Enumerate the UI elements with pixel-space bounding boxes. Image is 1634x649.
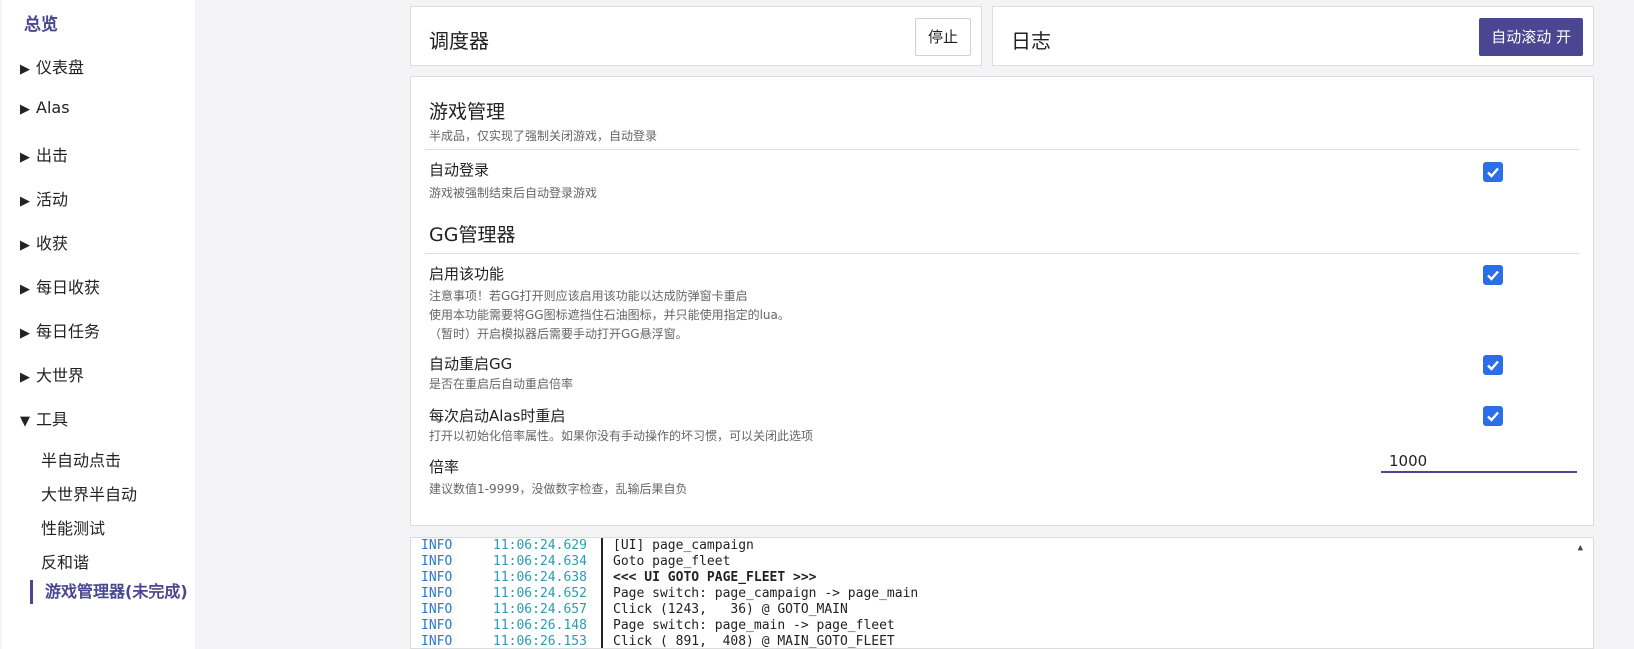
expand-arrow-icon: ▶ (20, 194, 30, 209)
checkmark-icon (1487, 270, 1499, 281)
sidebar-subitem-game-manager-active[interactable]: 游戏管理器(未完成) (30, 580, 195, 604)
gg-enable-help-line-3: （暂时）开启模拟器后需要手动打开GG悬浮窗。 (429, 327, 688, 341)
scroll-up-arrow-icon[interactable]: ▲ (1578, 543, 1583, 553)
sidebar-item-tools[interactable]: ▼ 工具 (20, 406, 68, 430)
gg-auto-restart-checkbox[interactable] (1483, 355, 1503, 375)
stop-button[interactable]: 停止 (914, 18, 971, 56)
sidebar-item-label: 大世界 (36, 366, 85, 385)
sidebar-item-label: 收获 (36, 234, 69, 253)
auto-login-checkbox[interactable] (1483, 162, 1503, 182)
expand-arrow-icon: ▶ (20, 370, 30, 385)
sidebar-item-sortie[interactable]: ▶ 出击 (20, 142, 68, 166)
expand-arrow-icon: ▶ (20, 62, 30, 77)
log-separator (601, 538, 603, 648)
sidebar-item-dashboard[interactable]: ▶ 仪表盘 (20, 54, 84, 78)
sidebar-subitem-anti-harmony[interactable]: 反和谐 (41, 549, 89, 573)
settings-card: 游戏管理 半成品，仅实现了强制关闭游戏，自动登录 自动登录 游戏被强制结束后自动… (410, 76, 1594, 526)
sidebar-item-label: 工具 (36, 410, 69, 429)
scheduler-title: 调度器 (429, 29, 489, 53)
rate-label: 倍率 (429, 458, 460, 476)
game-management-title: 游戏管理 (429, 101, 506, 123)
sidebar-header-overview[interactable]: 总览 (24, 10, 58, 35)
sidebar-subitem-benchmark[interactable]: 性能测试 (41, 515, 105, 539)
expand-arrow-icon: ▶ (20, 238, 30, 253)
sidebar-item-label: 每日收获 (36, 278, 101, 297)
checkmark-icon (1487, 167, 1499, 178)
sidebar-subitem-opsi-semi-auto[interactable]: 大世界半自动 (41, 481, 137, 505)
gg-manager-title: GG管理器 (429, 224, 516, 246)
game-management-desc: 半成品，仅实现了强制关闭游戏，自动登录 (429, 129, 658, 143)
gg-enable-help-line-1: 注意事项！若GG打开则应该启用该功能以达成防弹窗卡重启 (429, 289, 748, 303)
sidebar-item-label: 出击 (36, 146, 69, 165)
auto-login-help: 游戏被强制结束后自动登录游戏 (429, 186, 598, 200)
sidebar-item-daily-harvest[interactable]: ▶ 每日收获 (20, 274, 100, 298)
sidebar-item-label: 活动 (36, 190, 69, 209)
sidebar: 总览 ▶ 仪表盘 ▶ Alas ▶ 出击 ▶ 活动 ▶ 收获 ▶ 每日收获 ▶ 每日任务 ▶ 大… (2, 0, 195, 649)
gg-auto-restart-help: 是否在重启后自动重启倍率 (429, 377, 574, 391)
gg-enable-checkbox[interactable] (1483, 265, 1503, 285)
restart-on-alas-checkbox[interactable] (1483, 406, 1503, 426)
restart-on-alas-help: 打开以初始化倍率属性。如果你没有手动操作的坏习惯，可以关闭此选项 (429, 429, 814, 443)
sidebar-subitem-semi-auto-click[interactable]: 半自动点击 (41, 447, 121, 471)
autoscroll-toggle-button[interactable]: 自动滚动 开 (1479, 18, 1583, 56)
sidebar-item-harvest[interactable]: ▶ 收获 (20, 230, 68, 254)
scheduler-card: 调度器 停止 (410, 6, 982, 66)
rate-input[interactable] (1381, 451, 1577, 473)
collapse-arrow-icon: ▼ (20, 414, 30, 429)
section-divider (425, 253, 1579, 254)
checkmark-icon (1487, 411, 1499, 422)
sidebar-item-alas[interactable]: ▶ Alas (20, 98, 70, 117)
expand-arrow-icon: ▶ (20, 326, 30, 341)
sidebar-item-label: 每日任务 (36, 322, 101, 341)
expand-arrow-icon: ▶ (20, 102, 30, 117)
log-title: 日志 (1011, 29, 1051, 53)
sidebar-item-event[interactable]: ▶ 活动 (20, 186, 68, 210)
auto-login-label: 自动登录 (429, 161, 490, 179)
sidebar-item-label: 仪表盘 (36, 58, 85, 77)
gg-enable-label: 启用该功能 (429, 265, 505, 283)
sidebar-item-label: Alas (36, 98, 70, 117)
restart-on-alas-label: 每次启动Alas时重启 (429, 407, 566, 425)
gg-enable-help-line-2: 使用本功能需要将GG图标遮挡住石油图标，并只能使用指定的lua。 (429, 308, 790, 322)
rate-help: 建议数值1-9999，没做数字检查，乱输后果自负 (429, 482, 688, 496)
expand-arrow-icon: ▶ (20, 282, 30, 297)
section-divider (425, 149, 1579, 150)
checkmark-icon (1487, 360, 1499, 371)
log-card: 日志 自动滚动 开 (992, 6, 1594, 66)
sidebar-item-opsi[interactable]: ▶ 大世界 (20, 362, 84, 386)
gg-auto-restart-label: 自动重启GG (429, 355, 513, 373)
log-output[interactable]: INFO 11:06:24.629 [UI] page_campaign INFO 1… (410, 537, 1594, 649)
expand-arrow-icon: ▶ (20, 150, 30, 165)
sidebar-item-daily-tasks[interactable]: ▶ 每日任务 (20, 318, 100, 342)
